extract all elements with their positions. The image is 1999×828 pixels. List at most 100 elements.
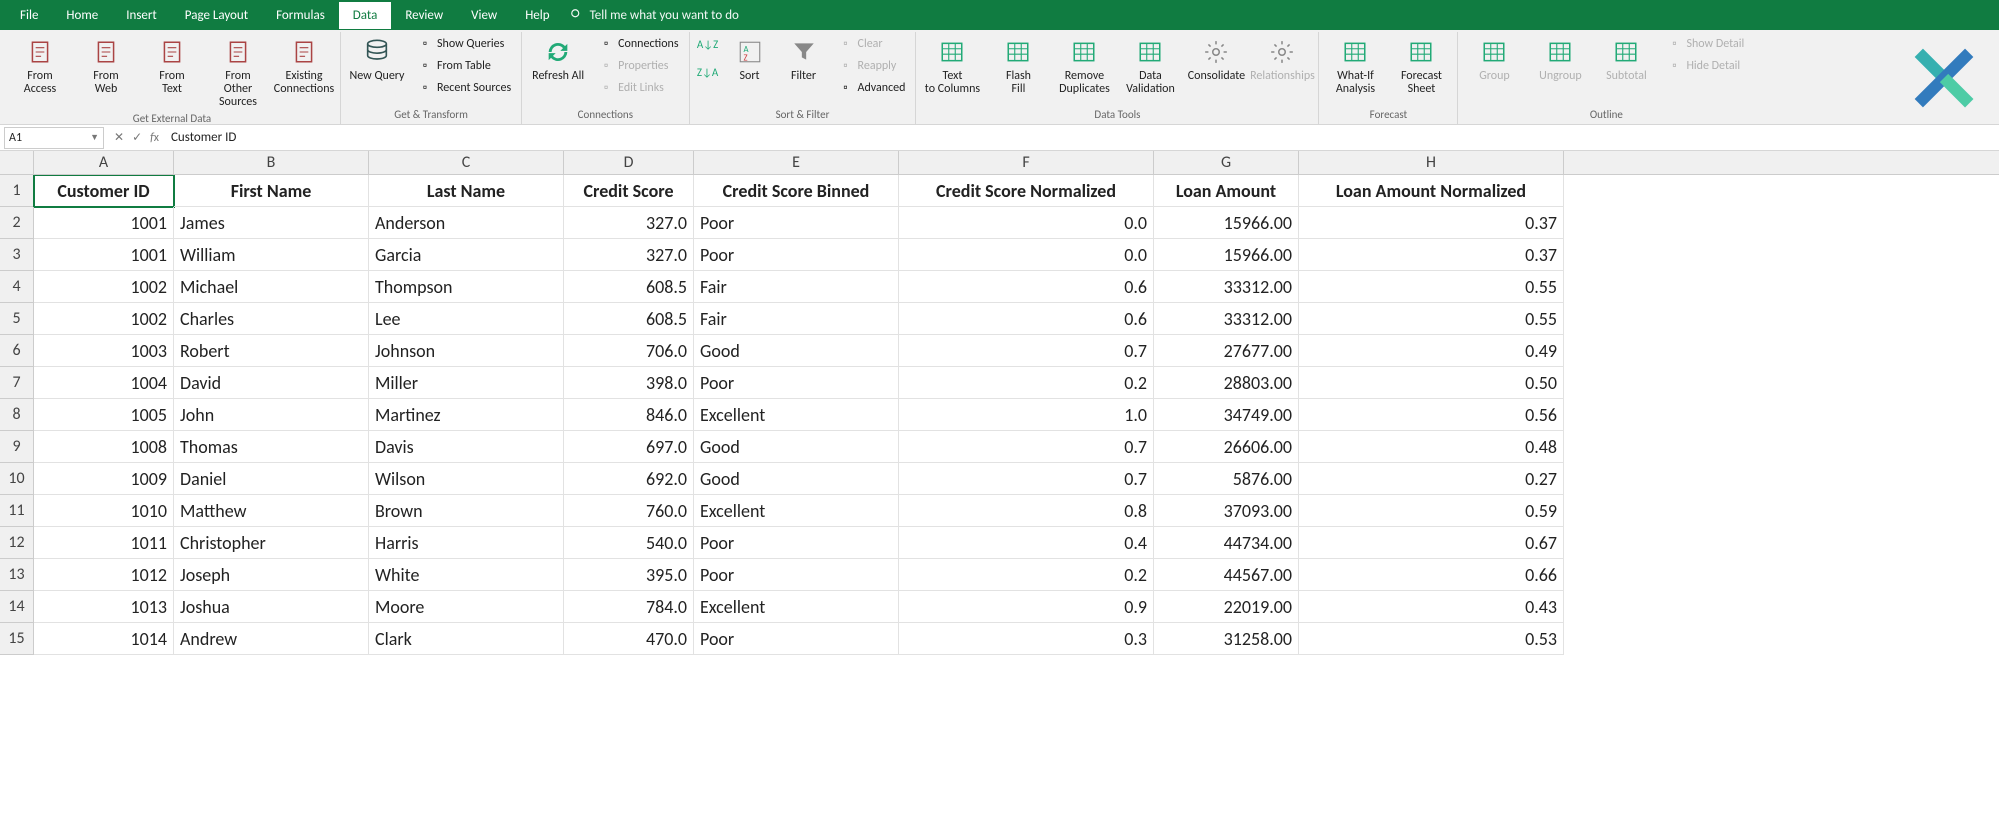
- cell-H11[interactable]: 0.59: [1299, 495, 1564, 527]
- tab-data[interactable]: Data: [339, 2, 392, 29]
- new-query-button[interactable]: New Query: [347, 34, 407, 85]
- cell-B7[interactable]: David: [174, 367, 369, 399]
- cell-A5[interactable]: 1002: [34, 303, 174, 335]
- row-header-15[interactable]: 15: [0, 623, 34, 655]
- cell-A8[interactable]: 1005: [34, 399, 174, 431]
- cell-B15[interactable]: Andrew: [174, 623, 369, 655]
- cell-B13[interactable]: Joseph: [174, 559, 369, 591]
- mini-connections[interactable]: ▫Connections: [594, 34, 682, 54]
- cell-G1[interactable]: Loan Amount: [1154, 175, 1299, 207]
- cell-A15[interactable]: 1014: [34, 623, 174, 655]
- cell-E12[interactable]: Poor: [694, 527, 899, 559]
- cell-H1[interactable]: Loan Amount Normalized: [1299, 175, 1564, 207]
- cell-H13[interactable]: 0.66: [1299, 559, 1564, 591]
- cell-E5[interactable]: Fair: [694, 303, 899, 335]
- cell-C14[interactable]: Moore: [369, 591, 564, 623]
- cell-G14[interactable]: 22019.00: [1154, 591, 1299, 623]
- cell-G10[interactable]: 5876.00: [1154, 463, 1299, 495]
- enter-icon[interactable]: ✓: [132, 130, 142, 145]
- cell-H8[interactable]: 0.56: [1299, 399, 1564, 431]
- cell-F15[interactable]: 0.3: [899, 623, 1154, 655]
- col-header-E[interactable]: E: [694, 151, 899, 174]
- cell-A2[interactable]: 1001: [34, 207, 174, 239]
- tab-review[interactable]: Review: [391, 2, 457, 29]
- sort-button[interactable]: AZ Sort: [726, 34, 774, 85]
- cell-B9[interactable]: Thomas: [174, 431, 369, 463]
- cell-E9[interactable]: Good: [694, 431, 899, 463]
- cell-B4[interactable]: Michael: [174, 271, 369, 303]
- formula-input[interactable]: Customer ID: [165, 130, 1999, 145]
- cell-A4[interactable]: 1002: [34, 271, 174, 303]
- cell-A1[interactable]: Customer ID: [34, 175, 174, 207]
- cell-G11[interactable]: 37093.00: [1154, 495, 1299, 527]
- mini-show-queries[interactable]: ▫Show Queries: [413, 34, 515, 54]
- cell-A3[interactable]: 1001: [34, 239, 174, 271]
- cell-G12[interactable]: 44734.00: [1154, 527, 1299, 559]
- select-all-corner[interactable]: [0, 151, 34, 174]
- cell-E1[interactable]: Credit Score Binned: [694, 175, 899, 207]
- btn-consolidate[interactable]: Consolidate: [1186, 34, 1246, 85]
- row-header-5[interactable]: 5: [0, 303, 34, 335]
- row-header-8[interactable]: 8: [0, 399, 34, 431]
- cell-D2[interactable]: 327.0: [564, 207, 694, 239]
- cell-D11[interactable]: 760.0: [564, 495, 694, 527]
- cell-G3[interactable]: 15966.00: [1154, 239, 1299, 271]
- btn-from-web[interactable]: FromWeb: [76, 34, 136, 98]
- cell-E2[interactable]: Poor: [694, 207, 899, 239]
- cell-B3[interactable]: William: [174, 239, 369, 271]
- col-header-F[interactable]: F: [899, 151, 1154, 174]
- cell-F10[interactable]: 0.7: [899, 463, 1154, 495]
- row-header-12[interactable]: 12: [0, 527, 34, 559]
- cell-D15[interactable]: 470.0: [564, 623, 694, 655]
- cell-A12[interactable]: 1011: [34, 527, 174, 559]
- cell-F1[interactable]: Credit Score Normalized: [899, 175, 1154, 207]
- name-box[interactable]: A1▼: [4, 127, 104, 149]
- btn-flash-fill[interactable]: FlashFill: [988, 34, 1048, 98]
- cell-C6[interactable]: Johnson: [369, 335, 564, 367]
- col-header-B[interactable]: B: [174, 151, 369, 174]
- cell-D4[interactable]: 608.5: [564, 271, 694, 303]
- cell-B11[interactable]: Matthew: [174, 495, 369, 527]
- cell-E4[interactable]: Fair: [694, 271, 899, 303]
- fx-icon[interactable]: fx: [150, 131, 159, 145]
- cell-G5[interactable]: 33312.00: [1154, 303, 1299, 335]
- refresh-all-button[interactable]: Refresh All: [528, 34, 588, 85]
- row-header-11[interactable]: 11: [0, 495, 34, 527]
- cell-H7[interactable]: 0.50: [1299, 367, 1564, 399]
- btn-forecast-sheet[interactable]: ForecastSheet: [1391, 34, 1451, 98]
- cell-E14[interactable]: Excellent: [694, 591, 899, 623]
- row-header-9[interactable]: 9: [0, 431, 34, 463]
- cell-H9[interactable]: 0.48: [1299, 431, 1564, 463]
- cell-F5[interactable]: 0.6: [899, 303, 1154, 335]
- cell-F13[interactable]: 0.2: [899, 559, 1154, 591]
- cell-F11[interactable]: 0.8: [899, 495, 1154, 527]
- cell-B8[interactable]: John: [174, 399, 369, 431]
- cell-B5[interactable]: Charles: [174, 303, 369, 335]
- cell-F8[interactable]: 1.0: [899, 399, 1154, 431]
- cell-E6[interactable]: Good: [694, 335, 899, 367]
- cell-B14[interactable]: Joshua: [174, 591, 369, 623]
- cell-C15[interactable]: Clark: [369, 623, 564, 655]
- cell-D13[interactable]: 395.0: [564, 559, 694, 591]
- cell-D10[interactable]: 692.0: [564, 463, 694, 495]
- btn-from-access[interactable]: FromAccess: [10, 34, 70, 98]
- cell-F4[interactable]: 0.6: [899, 271, 1154, 303]
- cell-B2[interactable]: James: [174, 207, 369, 239]
- cell-E11[interactable]: Excellent: [694, 495, 899, 527]
- cell-A7[interactable]: 1004: [34, 367, 174, 399]
- cell-H6[interactable]: 0.49: [1299, 335, 1564, 367]
- cell-C13[interactable]: White: [369, 559, 564, 591]
- cell-G4[interactable]: 33312.00: [1154, 271, 1299, 303]
- row-header-3[interactable]: 3: [0, 239, 34, 271]
- cell-F14[interactable]: 0.9: [899, 591, 1154, 623]
- cell-E10[interactable]: Good: [694, 463, 899, 495]
- tab-insert[interactable]: Insert: [112, 2, 171, 29]
- cell-G15[interactable]: 31258.00: [1154, 623, 1299, 655]
- btn-from-other-sources[interactable]: FromOther Sources: [208, 34, 268, 112]
- tab-page-layout[interactable]: Page Layout: [171, 2, 262, 29]
- cell-F6[interactable]: 0.7: [899, 335, 1154, 367]
- row-header-4[interactable]: 4: [0, 271, 34, 303]
- sort-asc-button[interactable]: A↓Z: [696, 34, 720, 54]
- cell-H3[interactable]: 0.37: [1299, 239, 1564, 271]
- cancel-icon[interactable]: ✕: [114, 130, 124, 145]
